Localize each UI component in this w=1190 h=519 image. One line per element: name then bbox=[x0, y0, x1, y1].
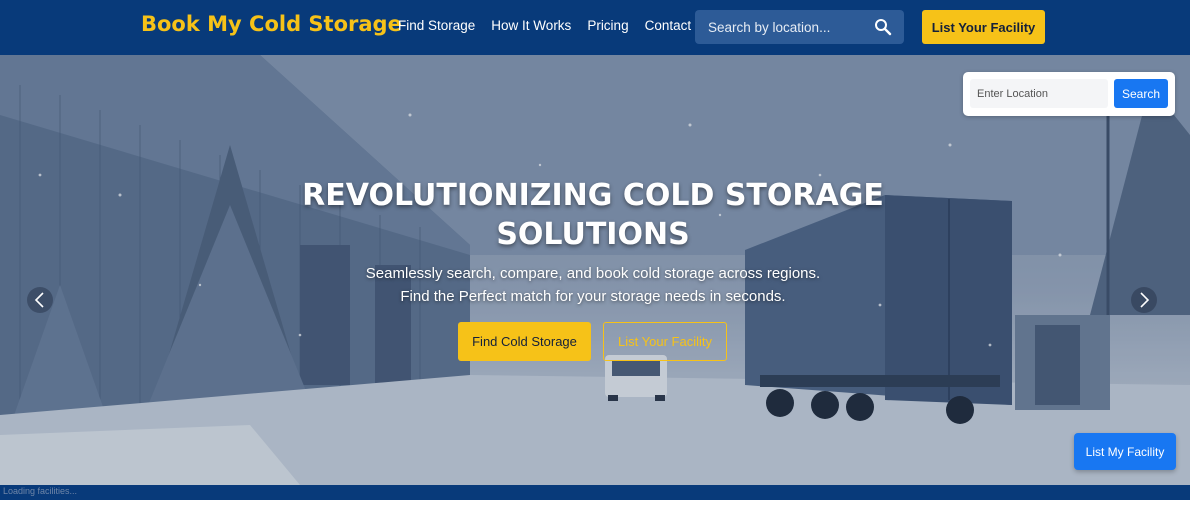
status-bar bbox=[0, 485, 1190, 500]
top-navbar: Book My Cold Storage Find Storage How It… bbox=[0, 0, 1190, 55]
carousel-prev-button[interactable] bbox=[27, 287, 53, 313]
location-search-card: Search bbox=[963, 72, 1175, 116]
chevron-right-icon bbox=[1140, 292, 1150, 308]
location-search-button[interactable]: Search bbox=[1114, 79, 1168, 108]
header-search-input[interactable] bbox=[695, 19, 865, 35]
chevron-left-icon bbox=[34, 292, 44, 308]
hero-title-line2: SOLUTIONS bbox=[496, 217, 690, 252]
nav-contact[interactable]: Contact bbox=[645, 18, 692, 33]
nav-find-storage[interactable]: Find Storage bbox=[398, 18, 475, 33]
hero-subtitle-line2: Find the Perfect match for your storage … bbox=[400, 288, 786, 305]
main-nav: Find Storage How It Works Pricing Contac… bbox=[398, 18, 691, 33]
hero-title: REVOLUTIONIZING COLD STORAGE SOLUTIONS bbox=[270, 176, 916, 254]
nav-how-it-works[interactable]: How It Works bbox=[491, 18, 571, 33]
list-facility-hero-button[interactable]: List Your Facility bbox=[603, 322, 727, 361]
site-logo[interactable]: Book My Cold Storage bbox=[141, 12, 402, 36]
hero-subtitle: Seamlessly search, compare, and book col… bbox=[300, 262, 886, 308]
hero-carousel: Search REVOLUTIONIZING COLD STORAGE SOLU… bbox=[0, 55, 1190, 485]
header-search bbox=[695, 10, 904, 44]
loading-status-text: Loading facilities... bbox=[3, 486, 78, 496]
carousel-next-button[interactable] bbox=[1131, 287, 1157, 313]
location-input[interactable] bbox=[970, 79, 1108, 108]
list-facility-header-button[interactable]: List Your Facility bbox=[922, 10, 1045, 44]
find-cold-storage-button[interactable]: Find Cold Storage bbox=[458, 322, 591, 361]
list-my-facility-floating-button[interactable]: List My Facility bbox=[1074, 433, 1176, 470]
nav-pricing[interactable]: Pricing bbox=[587, 18, 628, 33]
search-icon[interactable] bbox=[874, 18, 892, 36]
hero-subtitle-line1: Seamlessly search, compare, and book col… bbox=[365, 265, 821, 282]
hero-title-line1: REVOLUTIONIZING COLD STORAGE bbox=[302, 178, 884, 213]
